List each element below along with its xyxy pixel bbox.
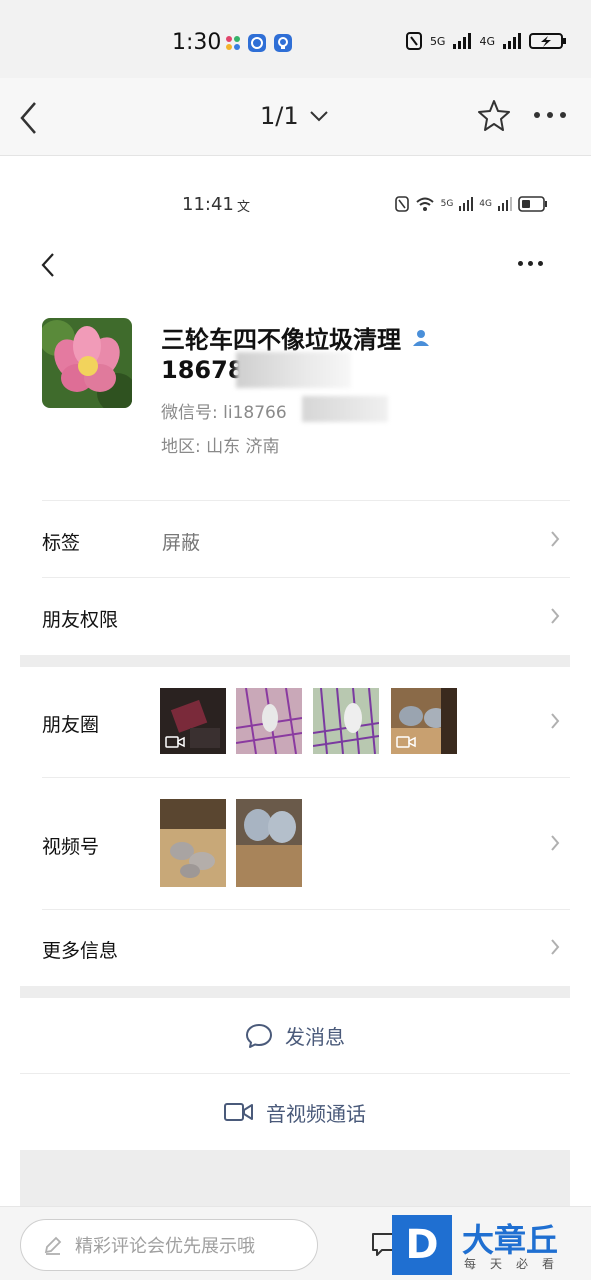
row-moments[interactable]: 朋友圈 xyxy=(42,667,570,777)
send-message-label: 发消息 xyxy=(285,1025,345,1049)
more-dot xyxy=(534,112,540,118)
system-time: 1:30 xyxy=(172,30,222,55)
row-tags-label: 标签 xyxy=(42,532,81,554)
inner-network-5g-label: 5G xyxy=(440,199,454,209)
inner-status-bar: 11:41 文 5G 4G xyxy=(20,156,570,246)
pencil-icon xyxy=(44,1236,62,1255)
back-icon[interactable] xyxy=(40,252,56,282)
moments-thumbnail-video[interactable] xyxy=(391,688,457,754)
avatar[interactable] xyxy=(42,318,132,408)
app-notification-icon xyxy=(224,34,242,52)
wechat-id: 微信号: li18766 xyxy=(161,398,287,423)
signal-icon-2 xyxy=(498,197,512,211)
page-indicator[interactable]: 1/1 xyxy=(260,102,329,130)
network-4g-label: 4G xyxy=(479,34,495,48)
browser-notification-icon xyxy=(248,34,266,52)
video-call-icon xyxy=(224,1103,253,1121)
contact-profile-screenshot: 11:41 文 5G 4G 三轮车四不像垃圾清理 18678 微信号: li18… xyxy=(20,156,570,1206)
signal-icon xyxy=(453,33,472,49)
more-dot xyxy=(528,261,533,266)
nfc-icon xyxy=(394,196,409,212)
row-tags[interactable]: 标签 屏蔽 xyxy=(42,500,570,577)
network-5g-label: 5G xyxy=(429,34,446,48)
channels-thumbnail[interactable] xyxy=(236,799,302,887)
row-friend-permissions[interactable]: 朋友权限 xyxy=(42,577,570,655)
row-more-info[interactable]: 更多信息 xyxy=(42,909,570,986)
row-friend-permissions-label: 朋友权限 xyxy=(42,609,119,631)
translate-icon: 文 xyxy=(237,200,250,214)
redaction-blur xyxy=(302,396,388,422)
more-options-button[interactable] xyxy=(518,261,543,266)
region-value: 山东 济南 xyxy=(206,437,280,457)
battery-charging-icon xyxy=(529,33,566,49)
wechat-id-value: li18766 xyxy=(223,403,287,423)
page-indicator-label: 1/1 xyxy=(260,102,299,130)
row-tags-value: 屏蔽 xyxy=(162,532,201,554)
comment-input[interactable]: 精彩评论会优先展示哦 xyxy=(20,1219,318,1271)
chevron-right-icon xyxy=(551,939,560,955)
row-moments-label: 朋友圈 xyxy=(42,714,100,736)
more-dot xyxy=(560,112,566,118)
more-options-button[interactable] xyxy=(534,112,566,118)
more-dot xyxy=(547,112,553,118)
back-icon[interactable] xyxy=(18,100,38,140)
star-icon[interactable] xyxy=(476,98,512,138)
signal-icon xyxy=(459,197,474,211)
system-indicators: 5G 4G xyxy=(405,32,567,50)
wifi-icon xyxy=(415,197,434,211)
section-divider xyxy=(20,655,570,667)
more-dot xyxy=(518,261,523,266)
row-channels-label: 视频号 xyxy=(42,836,100,858)
more-dot xyxy=(538,261,543,266)
watermark-slogan: 每天必看 xyxy=(464,1257,569,1271)
video-camera-icon xyxy=(396,736,416,748)
inner-network-4g-label: 4G xyxy=(479,199,492,209)
system-status-bar: 1:30 5G 4G xyxy=(0,0,591,78)
chevron-down-icon xyxy=(309,111,328,122)
channels-thumbnail[interactable] xyxy=(160,799,226,887)
nfc-icon xyxy=(405,32,422,50)
watermark-logo: D xyxy=(392,1215,452,1275)
section-divider xyxy=(20,986,570,998)
moments-thumbnail[interactable] xyxy=(236,688,302,754)
watermark-logo-letter: D xyxy=(405,1222,439,1268)
region: 地区: 山东 济南 xyxy=(161,432,280,457)
av-call-button[interactable]: 音视频通话 xyxy=(20,1074,570,1150)
chat-bubble-icon xyxy=(246,1023,272,1048)
send-message-button[interactable]: 发消息 xyxy=(20,998,570,1073)
contact-phone: 18678 xyxy=(161,356,245,384)
video-camera-icon xyxy=(165,736,185,748)
battery-icon xyxy=(518,196,547,212)
av-call-label: 音视频通话 xyxy=(266,1101,366,1126)
row-channels[interactable]: 视频号 xyxy=(42,777,570,909)
bottom-filler xyxy=(20,1150,570,1206)
region-label: 地区: xyxy=(161,437,207,457)
verified-user-icon xyxy=(413,329,429,346)
svg-text:文: 文 xyxy=(237,200,250,214)
comment-bar: 精彩评论会优先展示哦 D 大章丘 每天必看 xyxy=(0,1206,591,1280)
comment-placeholder: 精彩评论会优先展示哦 xyxy=(75,1236,255,1257)
contact-name-text: 三轮车四不像垃圾清理 xyxy=(161,326,401,354)
signal-icon-2 xyxy=(503,33,521,49)
chevron-right-icon xyxy=(551,608,560,624)
chevron-right-icon xyxy=(551,531,560,547)
redaction-blur xyxy=(236,352,351,388)
wechat-id-label: 微信号: xyxy=(161,403,224,423)
inner-status-indicators: 5G 4G xyxy=(394,196,548,212)
bulb-notification-icon xyxy=(274,34,292,52)
inner-status-time: 11:41 xyxy=(182,194,234,215)
chevron-right-icon xyxy=(551,713,560,729)
moments-thumbnail-video[interactable] xyxy=(160,688,226,754)
chevron-right-icon xyxy=(551,835,560,851)
row-more-info-label: 更多信息 xyxy=(42,940,119,962)
image-viewer-header: 1/1 xyxy=(0,78,591,156)
contact-name: 三轮车四不像垃圾清理 xyxy=(161,320,431,355)
moments-thumbnail[interactable] xyxy=(313,688,379,754)
